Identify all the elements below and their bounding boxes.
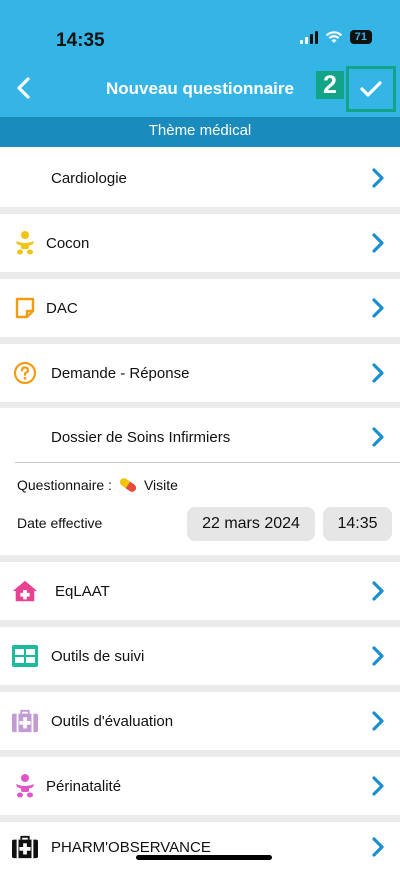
list-item-perinatalite[interactable]: Périnatalité xyxy=(0,757,400,815)
divider xyxy=(15,462,400,463)
time-picker[interactable]: 14:35 xyxy=(323,507,392,541)
home-indicator[interactable] xyxy=(136,855,272,860)
chevron-right-icon xyxy=(372,168,384,188)
status-icons: 71 xyxy=(299,30,372,44)
status-bar: 14:35 71 xyxy=(0,0,400,60)
chevron-right-icon xyxy=(372,646,384,666)
list-item-pharm-observance[interactable]: PHARM'OBSERVANCE xyxy=(0,822,400,872)
pill-icon xyxy=(119,478,137,492)
step-badge: 2 xyxy=(316,71,344,99)
date-picker[interactable]: 22 mars 2024 xyxy=(187,507,315,541)
list-item-demande-reponse[interactable]: Demande - Réponse xyxy=(0,344,400,402)
chevron-right-icon xyxy=(372,298,384,318)
list-item-label: Périnatalité xyxy=(46,777,122,795)
confirm-button[interactable] xyxy=(346,66,396,112)
chevron-right-icon xyxy=(372,363,384,383)
status-time: 14:35 xyxy=(56,30,105,51)
list-item-cardiologie[interactable]: Cardiologie xyxy=(0,149,400,207)
list-item-label: Outils d'évaluation xyxy=(51,712,174,730)
questionnaire-value: Visite xyxy=(143,477,178,493)
question-icon xyxy=(12,360,38,386)
questionnaire-label: Questionnaire : xyxy=(17,477,112,493)
list-item-cocon[interactable]: Cocon xyxy=(0,214,400,272)
medical-bag-icon xyxy=(12,708,38,734)
medical-bag-icon xyxy=(12,834,38,860)
chevron-right-icon xyxy=(372,837,384,857)
house-plus-icon xyxy=(12,578,38,604)
chevron-right-icon xyxy=(372,711,384,731)
list-item-eqlaat[interactable]: EqLAAT xyxy=(0,562,400,620)
grid-icon xyxy=(12,643,38,669)
list-item-label: Dossier de Soins Infirmiers xyxy=(51,428,231,446)
chevron-right-icon xyxy=(372,233,384,253)
baby-icon xyxy=(12,230,38,256)
list-item-label: DAC xyxy=(46,299,78,317)
baby-icon xyxy=(12,773,38,799)
checkmark-icon xyxy=(360,81,382,97)
list-item-label: Cocon xyxy=(46,234,90,252)
questionnaire-info: Questionnaire : Visite xyxy=(17,476,178,494)
list-item-label: Outils de suivi xyxy=(51,647,145,665)
list-item-label: Cardiologie xyxy=(51,169,127,187)
list-item-label: EqLAAT xyxy=(55,582,110,600)
list-item-label: Demande - Réponse xyxy=(51,364,190,382)
nav-bar: Nouveau questionnaire 2 xyxy=(0,60,400,117)
chevron-right-icon xyxy=(372,581,384,601)
list-item-dac[interactable]: DAC xyxy=(0,279,400,337)
wifi-icon xyxy=(325,31,342,43)
chevron-right-icon xyxy=(372,776,384,796)
list-item-label: PHARM'OBSERVANCE xyxy=(51,838,211,856)
note-icon xyxy=(12,295,38,321)
list-item-dossier-soins[interactable]: Dossier de Soins Infirmiers xyxy=(0,408,400,466)
chevron-right-icon xyxy=(372,427,384,447)
list-item-outils-evaluation[interactable]: Outils d'évaluation xyxy=(0,692,400,750)
section-subheader: Thème médical xyxy=(0,115,400,147)
signal-icon xyxy=(299,30,318,44)
list-item-outils-suivi[interactable]: Outils de suivi xyxy=(0,627,400,685)
date-effective-label: Date effective xyxy=(17,515,103,531)
battery-icon: 71 xyxy=(349,30,372,44)
